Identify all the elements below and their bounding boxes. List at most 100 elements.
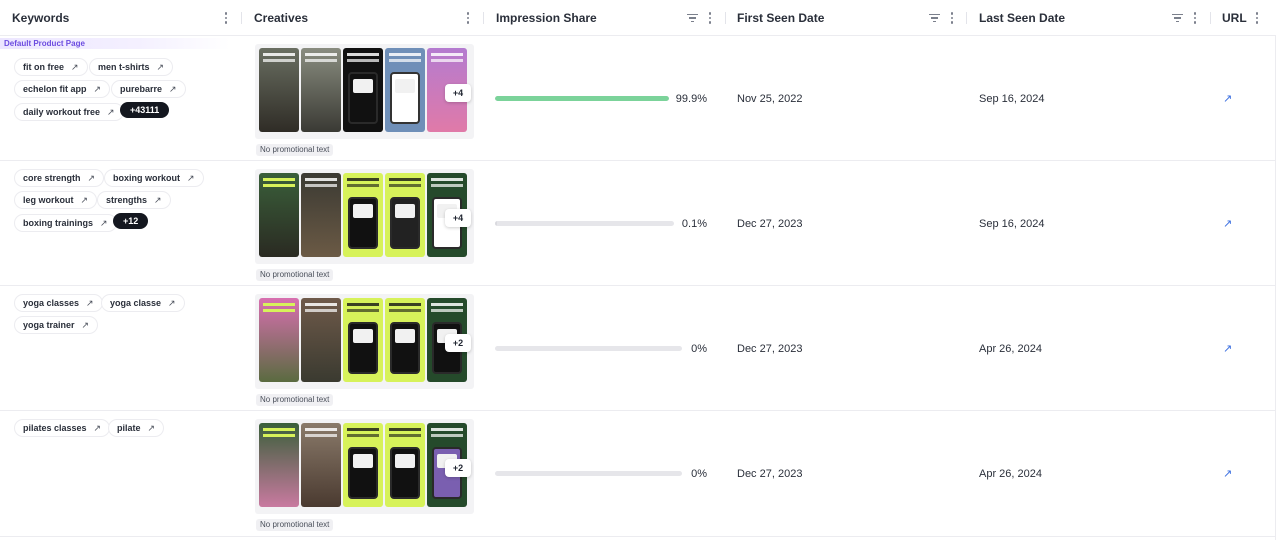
table-header: Keywords Creatives Impression Share Firs…	[0, 0, 1276, 36]
last-seen-date: Sep 16, 2024	[979, 218, 1045, 230]
keyword-chip[interactable]: leg workout ↗	[14, 191, 98, 209]
keyword-chip[interactable]: core strength ↗	[14, 169, 105, 187]
column-label: Impression Share	[496, 11, 597, 25]
keyword-label: pilates classes	[23, 423, 87, 433]
promo-text-label: No promotional text	[256, 394, 334, 406]
open-url-icon[interactable]: ↗	[1223, 342, 1232, 355]
creatives-header-icons	[464, 0, 472, 36]
filter-icon[interactable]	[1171, 13, 1183, 23]
keyword-chip[interactable]: pilate ↗	[108, 419, 165, 437]
keyword-label: core strength	[23, 173, 81, 183]
keyword-chip[interactable]: yoga classes ↗	[14, 294, 103, 312]
column-header-keywords[interactable]: Keywords	[12, 0, 242, 36]
keyword-label: leg workout	[23, 195, 74, 205]
keyword-chip[interactable]: boxing workout ↗	[104, 169, 204, 187]
first-seen-date: Dec 27, 2023	[737, 343, 803, 355]
screenshot-thumbnail[interactable]	[259, 423, 299, 507]
screenshot-thumbnail[interactable]	[301, 423, 341, 507]
more-options-icon[interactable]	[948, 12, 956, 24]
keyword-label: fit on free	[23, 62, 65, 72]
keyword-label: boxing workout	[113, 173, 180, 183]
more-creatives-badge[interactable]: +2	[445, 334, 471, 352]
more-keywords-badge[interactable]: +12	[113, 213, 149, 229]
screenshot-thumbnail[interactable]	[343, 48, 383, 132]
external-link-icon: ↗	[71, 61, 79, 72]
column-header-url[interactable]: URL	[1222, 0, 1272, 36]
open-url-icon[interactable]: ↗	[1223, 217, 1232, 230]
external-link-icon: ↗	[169, 83, 177, 94]
screenshot-thumbnail[interactable]	[343, 298, 383, 382]
more-options-icon[interactable]	[1253, 12, 1261, 24]
keyword-label: yoga trainer	[23, 320, 75, 330]
keyword-chip[interactable]: daily workout free ↗	[14, 103, 124, 121]
keyword-chip[interactable]: strengths ↗	[97, 191, 171, 209]
keyword-chip[interactable]: fit on free ↗	[14, 58, 88, 76]
screenshot-thumbnail[interactable]	[385, 48, 425, 132]
impression-share-bar	[495, 221, 674, 226]
screenshot-thumbnail[interactable]	[301, 298, 341, 382]
promo-text-label: No promotional text	[256, 269, 334, 281]
keyword-chip[interactable]: echelon fit app ↗	[14, 80, 111, 98]
more-creatives-badge[interactable]: +2	[445, 459, 471, 477]
more-options-icon[interactable]	[1191, 12, 1199, 24]
last-seen-date: Apr 26, 2024	[979, 468, 1042, 480]
column-divider[interactable]	[241, 12, 242, 24]
screenshot-thumbnail[interactable]	[301, 173, 341, 257]
last-seen-header-icons	[1171, 0, 1199, 36]
filter-icon[interactable]	[928, 13, 940, 23]
more-creatives-badge[interactable]: +4	[445, 84, 471, 102]
filter-icon[interactable]	[686, 13, 698, 23]
screenshot-thumbnail[interactable]	[259, 173, 299, 257]
keyword-chip[interactable]: men t-shirts ↗	[89, 58, 174, 76]
column-divider[interactable]	[483, 12, 484, 24]
screenshot-thumbnail[interactable]	[385, 298, 425, 382]
keyword-label: purebarre	[120, 84, 163, 94]
more-options-icon[interactable]	[706, 12, 714, 24]
first-seen-date: Nov 25, 2022	[737, 93, 803, 105]
keyword-label: pilate	[117, 423, 141, 433]
screenshot-thumbnail[interactable]	[343, 173, 383, 257]
creative-gallery[interactable]: +2	[255, 294, 474, 389]
creative-gallery[interactable]: +4	[255, 44, 474, 139]
external-link-icon: ↗	[81, 319, 90, 330]
impression-share-fill	[495, 96, 669, 101]
last-seen-date: Sep 16, 2024	[979, 93, 1045, 105]
keyword-label: yoga classes	[23, 298, 80, 308]
external-link-icon: ↗	[87, 172, 96, 183]
screenshot-thumbnail[interactable]	[301, 48, 341, 132]
column-divider[interactable]	[725, 12, 726, 24]
more-keywords-badge[interactable]: +43111	[120, 102, 170, 118]
column-divider[interactable]	[966, 12, 967, 24]
external-link-icon: ↗	[93, 83, 102, 94]
keyword-chip[interactable]: boxing trainings ↗	[14, 214, 117, 232]
creative-gallery[interactable]: +4	[255, 169, 474, 264]
column-label: URL	[1222, 11, 1247, 25]
impression-share-value: 99.9%	[675, 93, 707, 105]
impression-share-value: 0%	[691, 468, 707, 480]
more-options-icon[interactable]	[464, 12, 472, 24]
column-divider[interactable]	[1210, 12, 1211, 24]
impression-share-bar	[495, 471, 682, 476]
screenshot-thumbnail[interactable]	[259, 48, 299, 132]
column-header-creatives[interactable]: Creatives	[254, 0, 484, 36]
url-header-icons	[1253, 0, 1261, 36]
screenshot-thumbnail[interactable]	[259, 298, 299, 382]
keywords-header-icons	[222, 0, 230, 36]
keyword-chip[interactable]: purebarre ↗	[111, 80, 186, 98]
open-url-icon[interactable]: ↗	[1223, 92, 1232, 105]
screenshot-thumbnail[interactable]	[385, 173, 425, 257]
screenshot-thumbnail[interactable]	[385, 423, 425, 507]
external-link-icon: ↗	[147, 422, 156, 433]
keyword-label: yoga classe	[110, 298, 162, 308]
more-options-icon[interactable]	[222, 12, 230, 24]
keyword-chip[interactable]: yoga trainer ↗	[14, 316, 99, 334]
screenshot-thumbnail[interactable]	[343, 423, 383, 507]
keyword-chip[interactable]: yoga classe ↗	[101, 294, 185, 312]
more-creatives-badge[interactable]: +4	[445, 209, 471, 227]
creative-gallery[interactable]: +2	[255, 419, 474, 514]
first-seen-date: Dec 27, 2023	[737, 468, 803, 480]
open-url-icon[interactable]: ↗	[1223, 467, 1232, 480]
column-label: Keywords	[12, 11, 70, 25]
impression-share-bar	[495, 346, 682, 351]
keyword-chip[interactable]: pilates classes ↗	[14, 419, 111, 437]
